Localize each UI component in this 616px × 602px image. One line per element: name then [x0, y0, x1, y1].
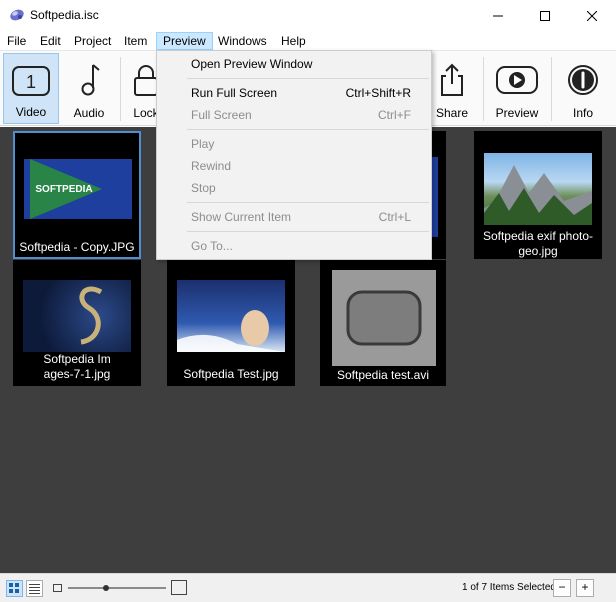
title-bar: Softpedia.isc	[0, 0, 616, 31]
item-thumbnail	[484, 153, 592, 225]
svg-text:1: 1	[26, 72, 36, 92]
menu-item-label: Item	[124, 34, 148, 48]
share-icon	[441, 63, 463, 96]
item-caption: Softpedia exif photo-geo.jpg	[482, 229, 594, 258]
music-note-icon	[81, 64, 100, 96]
menu-stop[interactable]: Stop	[157, 178, 431, 198]
info-icon	[568, 65, 598, 95]
menu-help-label: Help	[281, 34, 306, 48]
grid-item[interactable]: Softpedia Im ages-7-1.jpg	[13, 260, 141, 386]
toolbar-preview-label: Preview	[495, 106, 539, 120]
menu-file[interactable]: File	[1, 32, 32, 50]
item-caption: Softpedia - Copy.JPG	[19, 240, 135, 254]
grid-item[interactable]: Softpedia test.avi	[320, 260, 446, 386]
menu-project[interactable]: Project	[68, 32, 117, 50]
small-thumbnail-icon	[53, 584, 62, 592]
window-title: Softpedia.isc	[30, 8, 99, 22]
menu-edit[interactable]: Edit	[34, 32, 67, 50]
menu-bar: File Edit Project Item Preview Windows H…	[0, 31, 616, 51]
zoom-slider[interactable]	[68, 582, 166, 594]
menu-item-shortcut: Ctrl+F	[378, 108, 411, 122]
toolbar-info-label: Info	[572, 106, 593, 120]
status-bar: 1 of 7 Items Selected − +	[0, 573, 616, 602]
zoom-slider-thumb[interactable]	[103, 585, 109, 591]
remove-item-button[interactable]: −	[553, 579, 571, 597]
grid-item[interactable]: Softpedia exif photo-geo.jpg	[474, 131, 602, 259]
menu-item-label: Play	[191, 137, 215, 151]
minimize-icon	[493, 15, 503, 16]
menu-edit-label: Edit	[40, 34, 61, 48]
item-caption: Softpedia test.avi	[336, 368, 430, 382]
large-thumbnail-icon	[171, 580, 187, 595]
menu-item-label: Full Screen	[191, 108, 252, 122]
menu-item-shortcut: Ctrl+Shift+R	[345, 86, 411, 100]
grid-item[interactable]: Softpedia Test.jpg	[167, 260, 295, 386]
list-view-button[interactable]	[26, 580, 43, 597]
menu-help[interactable]: Help	[275, 32, 312, 50]
item-caption-line: ages-7-1.jpg	[43, 367, 111, 381]
menu-separator	[187, 231, 429, 232]
maximize-icon	[540, 10, 550, 21]
minimize-button[interactable]	[475, 0, 521, 31]
item-thumbnail	[332, 270, 436, 366]
zoom-slider-track	[68, 587, 166, 589]
svg-text:SOFTPEDIA: SOFTPEDIA	[35, 184, 92, 195]
close-icon	[587, 10, 597, 21]
toolbar-share-button[interactable]: Share	[424, 53, 480, 124]
item-caption: Softpedia Im ages-7-1.jpg	[13, 352, 141, 382]
menu-item[interactable]: Item	[118, 32, 153, 50]
menu-item-shortcut: Ctrl+L	[378, 210, 411, 224]
menu-windows[interactable]: Windows	[212, 32, 273, 50]
menu-item-label: Open Preview Window	[191, 57, 313, 71]
menu-preview-label: Preview	[163, 34, 206, 48]
menu-separator	[187, 78, 429, 79]
maximize-button[interactable]	[522, 0, 568, 31]
menu-play[interactable]: Play	[157, 134, 431, 154]
menu-full-screen[interactable]: Full Screen Ctrl+F	[157, 105, 431, 125]
toolbar-audio-button[interactable]: Audio	[62, 53, 116, 124]
toolbar-audio-label: Audio	[73, 106, 105, 120]
toolbar-share-label: Share	[435, 106, 469, 120]
menu-rewind[interactable]: Rewind	[157, 156, 431, 176]
add-item-button[interactable]: +	[576, 579, 594, 597]
toolbar-video-button[interactable]: 1 Video	[3, 53, 59, 124]
close-button[interactable]	[569, 0, 615, 31]
menu-item-label: Rewind	[191, 159, 232, 173]
toolbar-info-button[interactable]: Info	[554, 53, 612, 124]
menu-run-full-screen[interactable]: Run Full Screen Ctrl+Shift+R	[157, 83, 431, 103]
app-orb-icon[interactable]	[9, 7, 25, 23]
menu-open-preview-window[interactable]: Open Preview Window	[157, 54, 431, 74]
menu-show-current-item[interactable]: Show Current Item Ctrl+L	[157, 207, 431, 227]
menu-preview[interactable]: Preview	[156, 32, 213, 50]
menu-go-to[interactable]: Go To...	[157, 236, 431, 256]
menu-project-label: Project	[74, 34, 112, 48]
menu-separator	[187, 202, 429, 203]
item-thumbnail	[177, 280, 285, 352]
selection-count: 1 of 7 Items Selected	[462, 582, 556, 593]
item-caption: Softpedia Test.jpg	[183, 367, 279, 381]
menu-file-label: File	[7, 34, 27, 48]
list-view-icon	[29, 584, 40, 594]
item-caption-line: Softpedia Im	[43, 352, 111, 366]
menu-item-label: Run Full Screen	[191, 86, 278, 100]
menu-item-label: Show Current Item	[191, 210, 292, 224]
grid-view-button[interactable]	[6, 580, 23, 597]
grid-item[interactable]: SOFTPEDIA Softpedia - Copy.JPG	[13, 131, 141, 259]
menu-separator	[187, 129, 429, 130]
menu-item-label: Stop	[191, 181, 216, 195]
menu-windows-label: Windows	[218, 34, 267, 48]
toolbar-preview-button[interactable]: Preview	[486, 53, 548, 124]
preview-menu-dropdown: Open Preview Window Run Full Screen Ctrl…	[156, 50, 432, 260]
toolbar-separator	[551, 57, 552, 121]
item-thumbnail: SOFTPEDIA	[24, 159, 132, 219]
preview-play-icon	[496, 66, 538, 94]
video-counter-icon: 1	[12, 66, 50, 96]
toolbar-separator	[120, 57, 121, 121]
menu-item-label: Go To...	[191, 239, 233, 253]
toolbar-video-label: Video	[15, 105, 47, 119]
item-thumbnail	[23, 280, 131, 352]
toolbar-separator	[483, 57, 484, 121]
grid-view-icon	[9, 583, 19, 593]
